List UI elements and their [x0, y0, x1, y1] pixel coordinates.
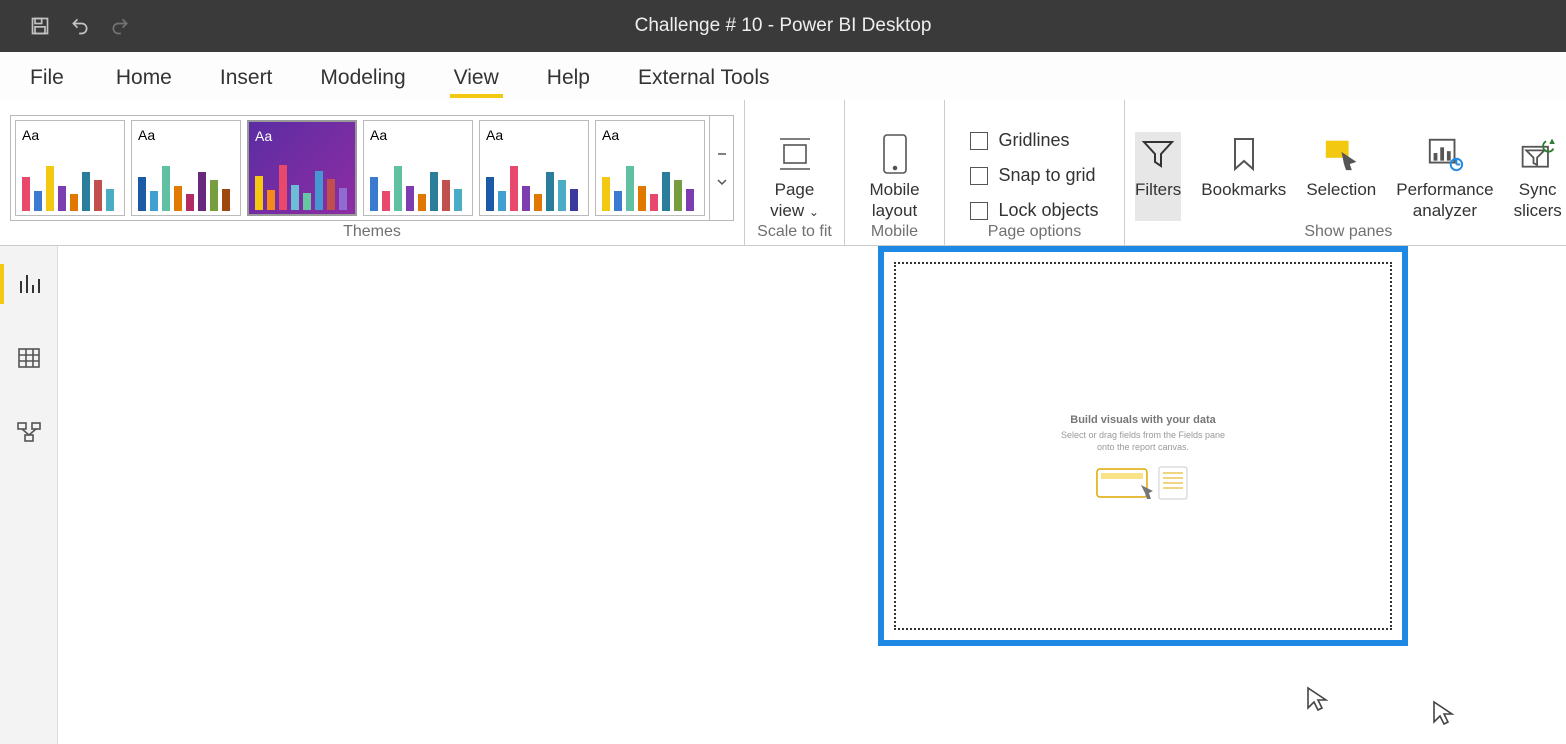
- sync-slicers-icon: [1515, 132, 1561, 176]
- performance-analyzer-button[interactable]: Performanceanalyzer: [1396, 132, 1493, 221]
- mobile-icon: [872, 134, 918, 174]
- placeholder-diagram-icon: [1061, 463, 1225, 503]
- tab-file[interactable]: File: [20, 62, 74, 100]
- canvas-drop-zone[interactable]: Build visuals with your data Select or d…: [894, 262, 1392, 630]
- save-icon[interactable]: [30, 16, 50, 36]
- theme-swatch-4[interactable]: Aa: [363, 120, 473, 216]
- mobile-layout-button[interactable]: Mobilelayout: [869, 126, 919, 221]
- mobile-group-label: Mobile: [871, 223, 918, 241]
- report-view-button[interactable]: [0, 264, 57, 304]
- cursor-icon: [1306, 686, 1328, 719]
- selection-pane-button[interactable]: Selection: [1306, 132, 1376, 221]
- nav-rail: [0, 246, 58, 744]
- tab-view[interactable]: View: [448, 62, 505, 100]
- scale-group-label: Scale to fit: [757, 223, 832, 241]
- tab-home[interactable]: Home: [110, 62, 178, 100]
- themes-group-label: Themes: [343, 223, 401, 241]
- checkbox-icon: [970, 132, 988, 150]
- title-bar: Challenge # 10 - Power BI Desktop: [0, 0, 1566, 52]
- themes-more-button[interactable]: [710, 115, 734, 221]
- tab-external-tools[interactable]: External Tools: [632, 62, 776, 100]
- selection-icon: [1318, 132, 1364, 176]
- themes-gallery[interactable]: Aa Aa: [10, 115, 710, 221]
- theme-swatch-2[interactable]: Aa: [131, 120, 241, 216]
- page-view-button[interactable]: Pageview ⌄: [770, 126, 819, 221]
- checkbox-icon: [970, 202, 988, 220]
- workspace: Build visuals with your data Select or d…: [0, 246, 1566, 744]
- pageopts-group-label: Page options: [988, 223, 1081, 241]
- ribbon-tabs: File Home Insert Modeling View Help Exte…: [0, 52, 1566, 100]
- model-view-button[interactable]: [0, 412, 57, 452]
- sync-slicers-button[interactable]: Syncslicers: [1514, 132, 1562, 221]
- checkbox-icon: [970, 167, 988, 185]
- gridlines-checkbox[interactable]: Gridlines: [970, 130, 1069, 151]
- filter-icon: [1135, 132, 1181, 176]
- theme-swatch-6[interactable]: Aa: [595, 120, 705, 216]
- report-canvas[interactable]: Build visuals with your data Select or d…: [58, 246, 1566, 744]
- tab-help[interactable]: Help: [541, 62, 596, 100]
- lock-objects-checkbox[interactable]: Lock objects: [970, 200, 1098, 221]
- filters-pane-button[interactable]: Filters: [1135, 132, 1181, 221]
- cursor-icon: [1432, 700, 1454, 733]
- ribbon-body: Aa Aa: [0, 100, 1566, 246]
- redo-icon: [110, 16, 130, 36]
- canvas-highlight-frame: Build visuals with your data Select or d…: [878, 246, 1408, 646]
- window-title: Challenge # 10 - Power BI Desktop: [0, 15, 1566, 37]
- theme-swatch-1[interactable]: Aa: [15, 120, 125, 216]
- bookmarks-pane-button[interactable]: Bookmarks: [1201, 132, 1286, 221]
- bookmark-icon: [1221, 132, 1267, 176]
- theme-swatch-5[interactable]: Aa: [479, 120, 589, 216]
- data-view-button[interactable]: [0, 338, 57, 378]
- theme-swatch-3-selected[interactable]: Aa: [247, 120, 357, 216]
- canvas-placeholder: Build visuals with your data Select or d…: [1061, 414, 1225, 503]
- performance-icon: [1422, 132, 1468, 176]
- undo-icon[interactable]: [70, 16, 90, 36]
- tab-modeling[interactable]: Modeling: [314, 62, 411, 100]
- page-view-icon: [772, 134, 818, 174]
- snap-to-grid-checkbox[interactable]: Snap to grid: [970, 165, 1095, 186]
- tab-insert[interactable]: Insert: [214, 62, 279, 100]
- chevron-down-icon: ⌄: [809, 205, 819, 219]
- showpanes-group-label: Show panes: [1304, 223, 1392, 241]
